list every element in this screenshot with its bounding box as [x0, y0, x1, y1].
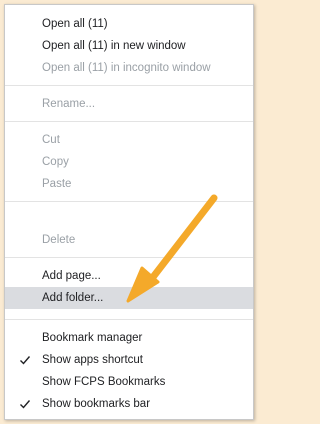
menu-item-add-folder[interactable]: Add folder...	[5, 287, 253, 309]
menu-item-open-all-new-window[interactable]: Open all (11) in new window	[5, 35, 253, 57]
menu-item-show-bookmarks-bar-row[interactable]: Show bookmarks bar	[5, 393, 253, 415]
menu-item-cut[interactable]: Cut	[5, 129, 253, 151]
menu-item-paste[interactable]: Paste	[5, 173, 253, 195]
bookmarks-context-menu: Open all (11) Open all (11) in new windo…	[4, 4, 254, 420]
menu-separator	[5, 257, 253, 258]
menu-separator	[5, 201, 253, 202]
menu-item-open-all[interactable]: Open all (11)	[5, 13, 253, 35]
menu-item-show-fcps-bookmarks[interactable]: Show FCPS Bookmarks	[5, 371, 253, 393]
menu-item-copy[interactable]: Copy	[5, 151, 253, 173]
menu-item-add-page[interactable]: Add page...	[5, 265, 253, 287]
menu-separator	[5, 319, 253, 320]
menu-item-show-bookmarks-bar[interactable]: Show bookmarks bar	[5, 393, 253, 415]
menu-separator	[5, 85, 253, 86]
menu-item-delete[interactable]: Delete	[5, 229, 253, 251]
menu-item-open-all-incognito[interactable]: Open all (11) in incognito window	[5, 57, 253, 79]
menu-item-rename[interactable]: Rename...	[5, 93, 253, 115]
menu-item-show-apps-shortcut[interactable]: Show apps shortcut	[5, 349, 253, 371]
menu-item-bookmark-manager[interactable]: Bookmark manager	[5, 327, 253, 349]
menu-separator	[5, 121, 253, 122]
menu-item-show-apps-shortcut-row[interactable]: Show apps shortcut	[5, 349, 253, 371]
